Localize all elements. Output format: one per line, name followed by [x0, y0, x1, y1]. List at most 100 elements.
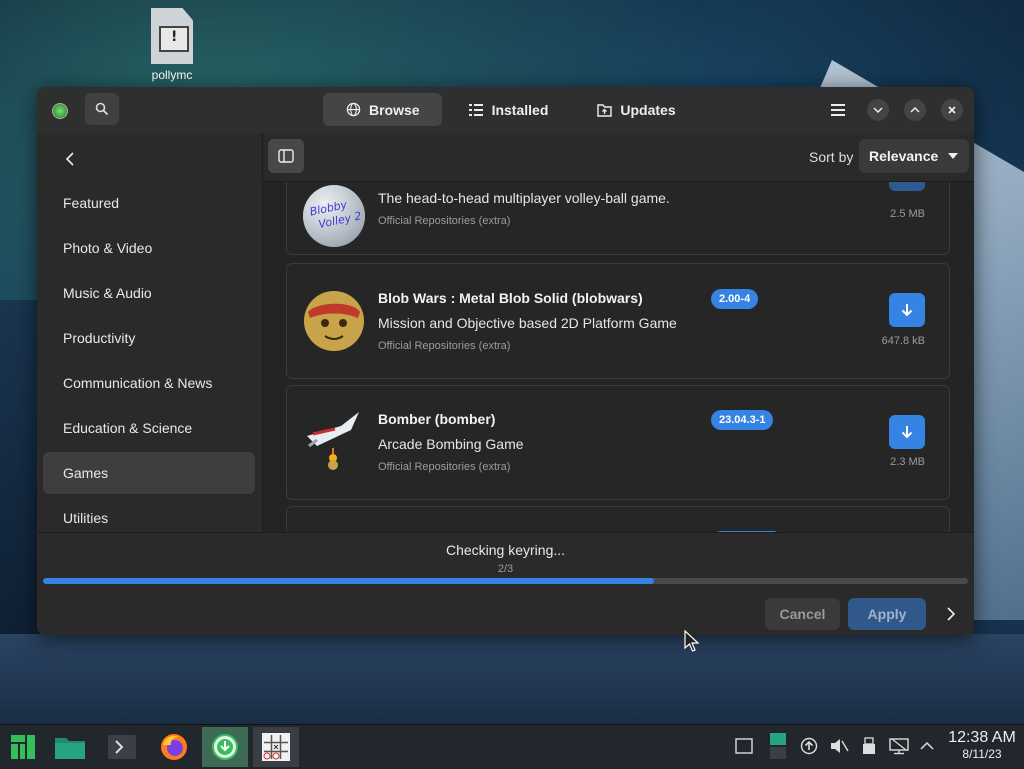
download-arrow-icon	[901, 426, 913, 439]
tab-updates[interactable]: Updates	[574, 93, 697, 126]
tab-browse[interactable]: Browse	[323, 93, 442, 126]
tab-installed-label: Installed	[491, 101, 549, 118]
search-icon	[95, 102, 109, 116]
app-list-panel: Sort by Relevance Blobby Volley 2 The hea…	[263, 133, 974, 532]
progress-bar	[43, 578, 968, 584]
close-icon	[948, 106, 956, 114]
clock-date: 8/11/23	[962, 747, 1002, 761]
show-desktop-button[interactable]	[733, 735, 755, 757]
desktop-icon	[735, 738, 753, 754]
usb-tray-button[interactable]	[858, 735, 880, 757]
wallpaper-hills	[0, 634, 1024, 724]
progress-step: 2/3	[497, 563, 514, 575]
blobwars-icon	[303, 290, 365, 352]
terminal-icon	[108, 735, 136, 759]
tab-browse-label: Browse	[369, 101, 420, 118]
back-button[interactable]	[63, 151, 79, 167]
updates-tray-button[interactable]	[798, 735, 820, 757]
bomber-icon	[303, 408, 365, 470]
install-button[interactable]	[889, 293, 925, 327]
chevron-down-icon	[873, 107, 883, 113]
app-icon	[52, 103, 68, 119]
chevron-up-icon	[920, 742, 934, 750]
close-button[interactable]	[941, 99, 963, 121]
view-switcher: Browse Installed Updates	[323, 93, 698, 126]
update-folder-icon	[596, 102, 612, 118]
sort-value: Relevance	[869, 148, 939, 164]
tab-installed[interactable]: Installed	[446, 93, 571, 126]
download-size: 2.5 MB	[890, 208, 925, 220]
sidebar-item-music-audio[interactable]: Music & Audio	[43, 272, 255, 314]
app-repository: Official Repositories (extra)	[378, 215, 511, 227]
update-arrow-icon	[800, 737, 818, 755]
progress-bar-fill	[43, 578, 654, 584]
app-description: The head-to-head multiplayer volley-ball…	[378, 190, 670, 206]
globe-icon	[345, 102, 361, 118]
download-arrow-icon	[901, 304, 913, 317]
app-card-blobwars[interactable]: Blob Wars : Metal Blob Solid (blobwars) …	[286, 263, 950, 379]
sidebar-item-communication-news[interactable]: Communication & News	[43, 362, 255, 404]
application-launcher-button[interactable]	[0, 727, 46, 767]
sidebar-item-games[interactable]: Games	[43, 452, 255, 494]
software-manager-icon	[212, 734, 238, 760]
app-description: Mission and Objective based 2D Platform …	[378, 315, 677, 331]
app-card-bomber[interactable]: Bomber (bomber) Arcade Bombing Game Offi…	[286, 385, 950, 500]
details-expand-button[interactable]	[943, 605, 959, 623]
desktop-icon-pollymc[interactable]: ! pollymc	[144, 8, 200, 82]
clock-time: 12:38 AM	[948, 729, 1016, 746]
category-sidebar: Featured Photo & Video Music & Audio Pro…	[37, 133, 263, 532]
minimize-button[interactable]	[867, 99, 889, 121]
download-size: 647.8 kB	[881, 335, 925, 347]
software-manager-window: Browse Installed Updates Featured Photo …	[37, 87, 974, 635]
manjaro-logo-icon	[11, 735, 35, 759]
dropdown-arrow-icon	[948, 153, 959, 159]
sidebar-item-education-science[interactable]: Education & Science	[43, 407, 255, 449]
app-name: Bomber (bomber)	[378, 411, 496, 427]
tic-tac-toe-icon	[262, 733, 290, 761]
apply-button[interactable]: Apply	[848, 598, 926, 630]
network-tray-button[interactable]	[888, 735, 910, 757]
sidebar-item-featured[interactable]: Featured	[43, 182, 255, 224]
app-repository: Official Repositories (extra)	[378, 461, 511, 473]
pager-button[interactable]	[767, 731, 789, 761]
search-button[interactable]	[85, 93, 119, 125]
main-menu-button[interactable]	[829, 101, 847, 119]
taskbar-file-manager[interactable]	[47, 727, 93, 767]
firefox-icon	[161, 734, 187, 760]
tray-expand-button[interactable]	[916, 735, 938, 757]
chevron-up-icon	[910, 107, 920, 113]
app-card-next[interactable]	[286, 506, 950, 532]
folder-icon	[55, 738, 85, 759]
taskbar-terminal[interactable]	[99, 727, 145, 767]
sort-dropdown[interactable]: Relevance	[859, 139, 969, 173]
chevron-right-icon	[947, 607, 956, 621]
sidebar-item-productivity[interactable]: Productivity	[43, 317, 255, 359]
content-toolbar: Sort by Relevance	[263, 133, 974, 182]
version-badge: 23.04.3-1	[711, 410, 774, 430]
hamburger-icon	[831, 104, 845, 116]
list-icon	[468, 102, 484, 118]
mouse-cursor-icon	[684, 629, 700, 652]
cancel-button[interactable]: Cancel	[765, 598, 840, 630]
taskbar-firefox[interactable]	[151, 727, 197, 767]
transaction-footer: Checking keyring... 2/3 Cancel Apply	[37, 532, 974, 635]
file-icon: !	[151, 8, 193, 64]
version-badge: 2.00-4	[711, 289, 759, 309]
app-repository: Official Repositories (extra)	[378, 340, 511, 352]
virtual-desktop-icon	[770, 733, 786, 759]
install-button[interactable]	[889, 415, 925, 449]
taskbar-software-manager[interactable]	[202, 727, 248, 767]
download-size: 2.3 MB	[890, 456, 925, 468]
volume-muted-icon	[831, 739, 849, 753]
chevron-left-icon	[65, 152, 74, 166]
desktop-icon-label: pollymc	[151, 68, 193, 82]
sidebar-toggle-button[interactable]	[268, 139, 304, 173]
digital-clock[interactable]: 12:38 AM 8/11/23	[944, 729, 1020, 761]
usb-icon	[863, 737, 875, 754]
network-wired-icon	[889, 738, 909, 755]
maximize-button[interactable]	[904, 99, 926, 121]
taskbar-game-window[interactable]	[253, 727, 299, 767]
sidebar-item-photo-video[interactable]: Photo & Video	[43, 227, 255, 269]
volume-tray-button[interactable]	[828, 735, 850, 757]
blobby-volley-icon: Blobby Volley 2	[303, 185, 365, 247]
